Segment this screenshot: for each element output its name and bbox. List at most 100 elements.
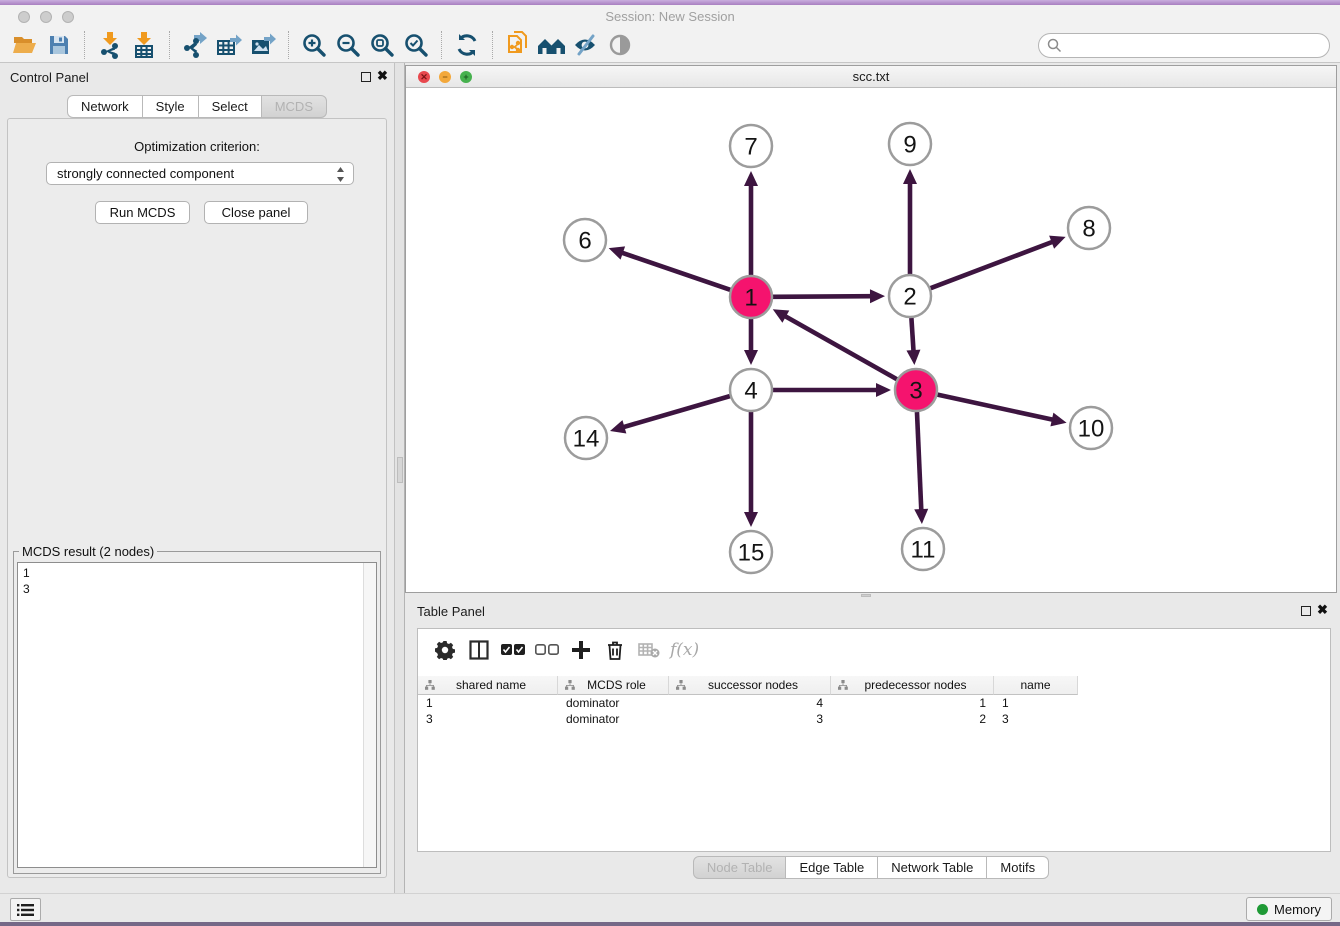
tab-select[interactable]: Select xyxy=(199,95,262,118)
table-toolbar: f(x) xyxy=(418,629,1330,671)
table-cell[interactable]: 1 xyxy=(831,695,994,711)
window-minimize-button[interactable] xyxy=(40,11,52,23)
edge-4-to-3[interactable] xyxy=(773,383,891,397)
hide-selected-icon[interactable] xyxy=(571,31,601,59)
window-close-button[interactable] xyxy=(18,11,30,23)
close-panel-button[interactable]: Close panel xyxy=(204,201,308,224)
refresh-icon[interactable] xyxy=(452,31,482,59)
table-row[interactable]: 3dominator323 xyxy=(418,711,1078,727)
column-header-name[interactable]: name xyxy=(994,676,1078,695)
tab-style[interactable]: Style xyxy=(143,95,199,118)
edge-1-to-7[interactable] xyxy=(744,171,758,275)
close-panel-icon[interactable]: ✖ xyxy=(1317,603,1328,617)
network-close-button[interactable]: ✕ xyxy=(418,71,430,83)
edge-3-to-1[interactable] xyxy=(773,309,897,379)
table-row[interactable]: 1dominator411 xyxy=(418,695,1078,711)
edge-2-to-3[interactable] xyxy=(906,318,920,365)
task-history-button[interactable] xyxy=(10,898,41,921)
table-cell[interactable]: 1 xyxy=(994,695,1078,711)
table-cell[interactable]: 3 xyxy=(669,711,831,727)
table-cell[interactable]: 1 xyxy=(418,695,558,711)
tab-node-table[interactable]: Node Table xyxy=(693,856,787,879)
graph-node-8[interactable]: 8 xyxy=(1068,207,1110,249)
network-minimize-button[interactable]: − xyxy=(439,71,451,83)
import-network-icon[interactable] xyxy=(95,31,125,59)
table-cell[interactable]: 2 xyxy=(831,711,994,727)
network-canvas[interactable]: 7 9 6 8 1 2 4 3 14 10 15 11 xyxy=(406,88,1336,592)
edge-1-to-4[interactable] xyxy=(744,319,758,365)
column-label: successor nodes xyxy=(690,678,830,692)
deselect-all-icon[interactable] xyxy=(530,635,564,665)
function-builder-icon[interactable]: f(x) xyxy=(670,640,699,660)
edge-1-to-2[interactable] xyxy=(773,289,885,303)
zoom-fit-icon[interactable] xyxy=(367,31,397,59)
graph-node-3[interactable]: 3 xyxy=(895,369,937,411)
edge-2-to-8[interactable] xyxy=(931,236,1066,289)
edge-4-to-15[interactable] xyxy=(744,412,758,527)
graph-node-2[interactable]: 2 xyxy=(889,275,931,317)
table-cell[interactable]: 3 xyxy=(994,711,1078,727)
gear-icon[interactable] xyxy=(428,635,462,665)
column-header-shared-name[interactable]: shared name xyxy=(418,676,558,695)
edge-3-to-10[interactable] xyxy=(937,395,1066,427)
delete-column-icon[interactable] xyxy=(598,635,632,665)
show-all-icon[interactable] xyxy=(605,31,635,59)
vertical-splitter[interactable] xyxy=(394,63,405,893)
table-cell[interactable]: 3 xyxy=(418,711,558,727)
zoom-selected-icon[interactable] xyxy=(401,31,431,59)
graph-node-7[interactable]: 7 xyxy=(730,125,772,167)
open-session-icon[interactable] xyxy=(10,31,40,59)
table-cell[interactable]: dominator xyxy=(558,695,669,711)
graph-node-4[interactable]: 4 xyxy=(730,369,772,411)
table-cell[interactable]: 4 xyxy=(669,695,831,711)
zoom-in-icon[interactable] xyxy=(299,31,329,59)
export-network-icon[interactable] xyxy=(180,31,210,59)
column-layout-icon[interactable] xyxy=(462,635,496,665)
tab-motifs[interactable]: Motifs xyxy=(987,856,1049,879)
export-table-icon[interactable] xyxy=(214,31,244,59)
graph-node-15[interactable]: 15 xyxy=(730,531,772,573)
tab-network[interactable]: Network xyxy=(67,95,143,118)
export-image-icon[interactable] xyxy=(248,31,278,59)
graph-node-1[interactable]: 1 xyxy=(730,276,772,318)
search-input[interactable] xyxy=(1067,38,1321,53)
zoom-out-icon[interactable] xyxy=(333,31,363,59)
close-panel-icon[interactable]: ✖ xyxy=(377,69,388,83)
tab-mcds[interactable]: MCDS xyxy=(262,95,327,118)
memory-button[interactable]: Memory xyxy=(1246,897,1332,921)
network-zoom-button[interactable]: + xyxy=(460,71,472,83)
search-box[interactable] xyxy=(1038,33,1330,58)
first-neighbors-icon[interactable] xyxy=(537,31,567,59)
column-header-successor-nodes[interactable]: successor nodes xyxy=(669,676,831,695)
run-mcds-button[interactable]: Run MCDS xyxy=(95,201,190,224)
delete-table-icon[interactable] xyxy=(632,635,666,665)
edge-2-to-9[interactable] xyxy=(903,169,917,274)
graph-node-11[interactable]: 11 xyxy=(902,528,944,570)
graph-node-14[interactable]: 14 xyxy=(565,417,607,459)
edge-4-to-14[interactable] xyxy=(610,396,730,433)
svg-text:11: 11 xyxy=(911,537,936,564)
column-header-predecessor-nodes[interactable]: predecessor nodes xyxy=(831,676,994,695)
float-panel-icon[interactable] xyxy=(1301,606,1311,616)
edge-1-to-6[interactable] xyxy=(609,246,731,289)
graph-node-9[interactable]: 9 xyxy=(889,123,931,165)
tab-edge-table[interactable]: Edge Table xyxy=(786,856,878,879)
splitter-handle[interactable] xyxy=(397,457,403,483)
clone-network-icon[interactable] xyxy=(503,31,533,59)
float-panel-icon[interactable] xyxy=(361,72,371,82)
save-session-icon[interactable] xyxy=(44,31,74,59)
graph-node-6[interactable]: 6 xyxy=(564,219,606,261)
graph-node-10[interactable]: 10 xyxy=(1070,407,1112,449)
column-header-MCDS-role[interactable]: MCDS role xyxy=(558,676,669,695)
import-table-icon[interactable] xyxy=(129,31,159,59)
svg-text:15: 15 xyxy=(738,540,765,567)
window-zoom-button[interactable] xyxy=(62,11,74,23)
criterion-value: strongly connected component xyxy=(57,166,234,181)
result-scrollbar[interactable] xyxy=(363,563,376,867)
tab-network-table[interactable]: Network Table xyxy=(878,856,987,879)
edge-3-to-11[interactable] xyxy=(914,412,928,524)
select-all-icon[interactable] xyxy=(496,635,530,665)
criterion-select[interactable]: strongly connected component xyxy=(46,162,354,185)
add-column-icon[interactable] xyxy=(564,635,598,665)
table-cell[interactable]: dominator xyxy=(558,711,669,727)
